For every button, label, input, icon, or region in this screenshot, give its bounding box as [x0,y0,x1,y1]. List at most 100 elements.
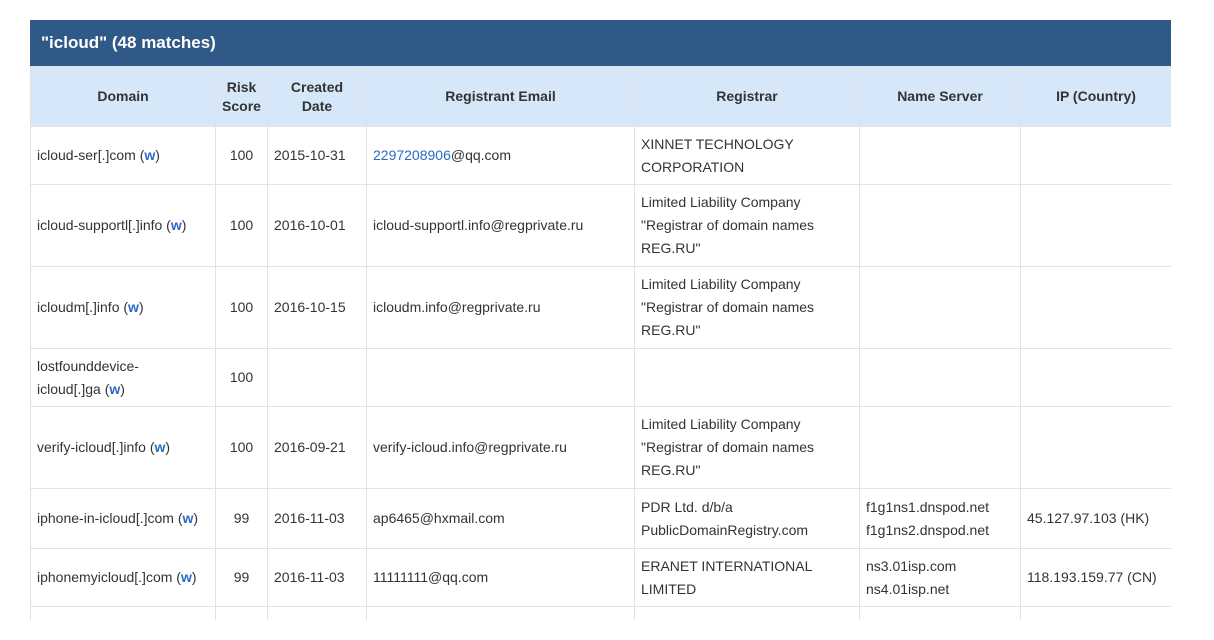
registrar-cell: PDR Ltd. d/b/a PublicDomainRegistry.com [634,488,860,549]
column-header-risk-score[interactable]: Risk Score [215,66,268,127]
name-server-cell: ns3.01isp.com ns4.01isp.net [859,548,1021,607]
domain-text: icloud-ser[.]com ( [37,147,145,163]
name-server-cell [859,126,1021,185]
table-row: iphonemyicloud[.]com (w) 99 2016-11-03 1… [30,548,1171,607]
risk-score-cell: 100 [215,266,268,349]
registrant-email-cell: 2297208906@qq.com [366,126,635,185]
table-row: icloudm[.]info (w) 100 2016-10-15 icloud… [30,266,1171,349]
created-date-cell [267,348,367,407]
column-header-name-server[interactable]: Name Server [859,66,1021,127]
registrar-line: "Registrar of domain names [641,439,815,455]
domain-cell: icloudm[.]info (w) [30,266,216,349]
name-server-cell [859,266,1021,349]
registrar-line: Limited Liability Company [641,194,801,210]
created-date-cell [267,606,367,620]
name-server-cell [859,348,1021,407]
registrar-cell [634,606,860,620]
domain-cell: verify-icloud[.]info (w) [30,406,216,489]
registrar-line: ERANET INTERNATIONAL [641,557,813,574]
whois-link[interactable]: w [128,299,139,315]
registrar-line: XINNET TECHNOLOGY [641,135,794,152]
registrant-email-cell: ap6465@hxmail.com [366,488,635,549]
domain-text: iphonemyicloud[.]com ( [37,569,181,585]
ip-country-cell: 118.193.159.77 (CN) [1020,548,1171,607]
name-server-line: f1g1ns1.dnspod.net [866,498,989,515]
registrar-cell: Limited Liability Company "Registrar of … [634,184,860,267]
table-row: lostfounddevice- icloud[.]ga (w) 100 [30,348,1171,407]
risk-score-cell: 99 [215,488,268,549]
results-panel: "icloud" (48 matches) Domain Risk Score … [30,20,1171,620]
registrant-email-cell: icloud-supportl.info@regprivate.ru [366,184,635,267]
domain-cell: iphonemyicloud[.]com (w) [30,548,216,607]
name-server-cell [859,606,1021,620]
ip-country-cell [1020,348,1171,407]
registrant-email-cell: verify-icloud.info@regprivate.ru [366,406,635,489]
ip-country-cell [1020,184,1171,267]
risk-header-line2: Score [222,97,261,114]
whois-link[interactable]: w [171,217,182,233]
registrar-line: REG.RU" [641,462,701,478]
domain-cell [30,606,216,620]
registrar-line: PublicDomainRegistry.com [641,521,809,538]
registrar-line: Limited Liability Company [641,276,801,292]
registrar-line: REG.RU" [641,240,701,256]
whois-link[interactable]: w [154,439,165,455]
domain-cell: icloud-supportl[.]info (w) [30,184,216,267]
ip-country-cell [1020,406,1171,489]
domain-text: icloud-supportl[.]info ( [37,217,171,233]
results-title: "icloud" (48 matches) [30,20,1171,66]
created-date-cell: 2016-10-15 [267,266,367,349]
whois-link[interactable]: w [109,381,120,397]
email-id-link[interactable]: 2297208906 [373,147,451,163]
ip-country-cell [1020,606,1171,620]
registrar-line: LIMITED [641,580,697,597]
name-server-cell [859,184,1021,267]
registrar-line: PDR Ltd. d/b/a [641,498,733,515]
registrar-line: Limited Liability Company [641,416,801,432]
email-domain-text: @qq.com [450,147,511,163]
table-row [30,606,1171,620]
created-date-cell: 2016-11-03 [267,488,367,549]
risk-score-cell [215,606,268,620]
registrar-cell [634,348,860,407]
registrant-email-cell: icloudm.info@regprivate.ru [366,266,635,349]
ip-country-cell: 45.127.97.103 (HK) [1020,488,1171,549]
name-server-cell [859,406,1021,489]
risk-score-cell: 100 [215,184,268,267]
table-row: iphone-in-icloud[.]com (w) 99 2016-11-03… [30,488,1171,549]
column-header-ip-country[interactable]: IP (Country) [1020,66,1171,127]
column-header-registrar[interactable]: Registrar [634,66,860,127]
column-header-domain[interactable]: Domain [30,66,216,127]
risk-score-cell: 100 [215,126,268,185]
registrant-email-cell [366,348,635,407]
domain-cell: iphone-in-icloud[.]com (w) [30,488,216,549]
whois-link[interactable]: w [144,147,155,163]
whois-link[interactable]: w [183,510,194,526]
registrant-email-cell: 11111111@qq.com [366,548,635,607]
registrant-email-cell [366,606,635,620]
ip-country-cell [1020,126,1171,185]
name-server-cell: f1g1ns1.dnspod.net f1g1ns2.dnspod.net [859,488,1021,549]
registrar-cell: XINNET TECHNOLOGY CORPORATION [634,126,860,185]
domain-text: lostfounddevice- [37,357,139,374]
name-server-line: f1g1ns2.dnspod.net [866,521,989,538]
name-server-line: ns4.01isp.net [866,580,950,597]
domain-text: iphone-in-icloud[.]com ( [37,510,183,526]
ip-country-cell [1020,266,1171,349]
domain-text: icloud[.]ga ( [37,380,110,397]
domain-cell: lostfounddevice- icloud[.]ga (w) [30,348,216,407]
created-date-cell: 2015-10-31 [267,126,367,185]
domain-cell: icloud-ser[.]com (w) [30,126,216,185]
created-date-cell: 2016-09-21 [267,406,367,489]
risk-header-line1: Risk [226,78,257,95]
risk-score-cell: 100 [215,348,268,407]
risk-score-cell: 99 [215,548,268,607]
column-header-created-date[interactable]: Created Date [267,66,367,127]
table-row: icloud-supportl[.]info (w) 100 2016-10-0… [30,184,1171,267]
whois-link[interactable]: w [181,569,192,585]
domain-text: icloudm[.]info ( [37,299,129,315]
table-header-row: Domain Risk Score Created Date Registran… [30,66,1171,127]
created-date-cell: 2016-11-03 [267,548,367,607]
registrar-cell: Limited Liability Company "Registrar of … [634,406,860,489]
column-header-registrant-email[interactable]: Registrant Email [366,66,635,127]
